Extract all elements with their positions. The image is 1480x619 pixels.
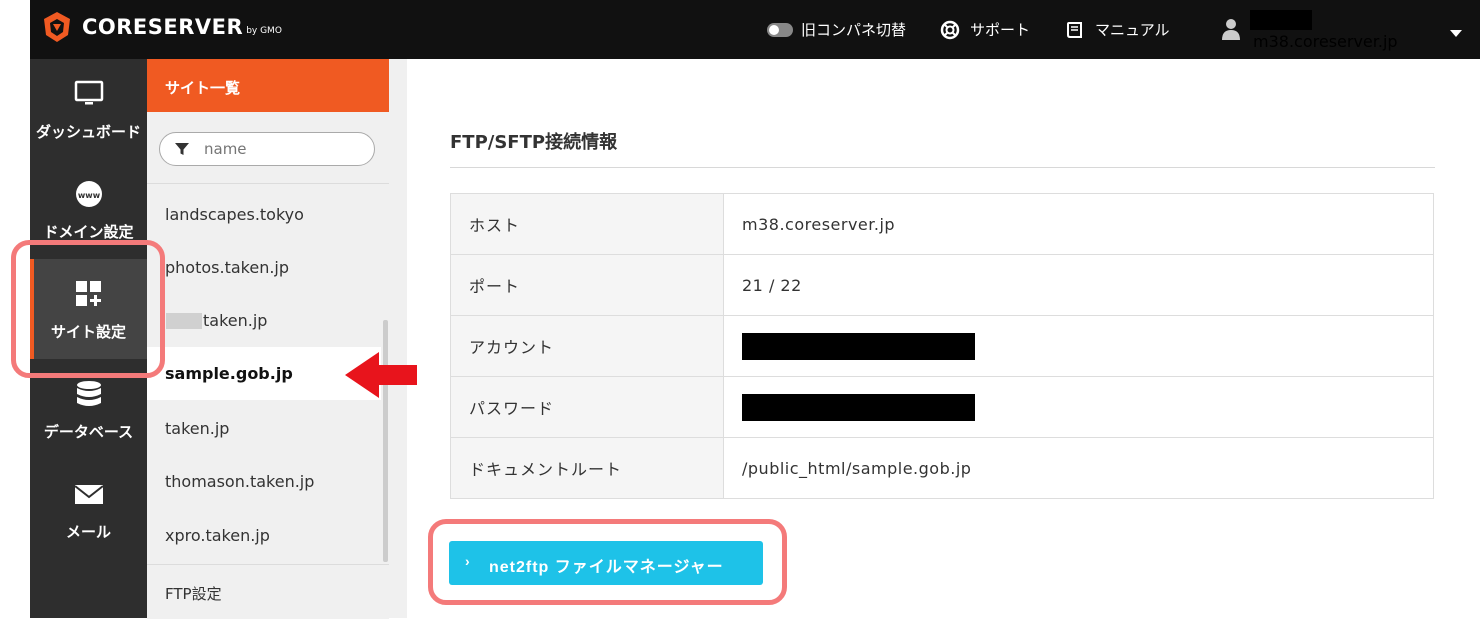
support-label: サポート <box>970 21 1031 39</box>
manual-link[interactable]: マニュアル <box>1065 0 1170 59</box>
table-row: ドキュメントルート /public_html/sample.gob.jp <box>450 437 1434 499</box>
site-filter[interactable] <box>159 132 375 166</box>
coreserver-logo-icon <box>44 12 70 42</box>
site-list-header: サイト一覧 <box>147 59 389 112</box>
table-row: アカウント <box>450 315 1434 377</box>
logo-by: by GMO <box>246 26 282 36</box>
envelope-icon <box>74 485 104 504</box>
site-label: taken.jp <box>165 419 230 438</box>
table-row: ポート 21 / 22 <box>450 254 1434 316</box>
nav-label: メール <box>65 523 111 541</box>
row-key: ポート <box>450 254 724 316</box>
row-key: アカウント <box>450 315 724 377</box>
divider <box>147 183 389 184</box>
ftp-settings-label: FTP設定 <box>165 585 222 603</box>
row-key: ホスト <box>450 193 724 255</box>
red-arrow-left-icon <box>345 352 417 398</box>
book-icon <box>1067 21 1082 38</box>
site-label: landscapes.tokyo <box>165 205 304 224</box>
row-value: m38.coreserver.jp <box>723 193 1434 255</box>
row-value: 21 / 22 <box>723 254 1434 316</box>
manual-label: マニュアル <box>1095 21 1170 39</box>
old-panel-switch[interactable]: 旧コンパネ切替 <box>767 0 906 59</box>
table-row: ホスト m38.coreserver.jp <box>450 193 1434 255</box>
site-item[interactable]: xpro.taken.jp <box>147 509 381 562</box>
filter-icon <box>175 143 189 155</box>
table-row: パスワード <box>450 376 1434 438</box>
site-filter-input[interactable] <box>202 139 366 159</box>
toggle-icon <box>767 22 793 37</box>
nav-label: データベース <box>43 423 134 441</box>
highlight-net2ftp-button <box>428 519 787 605</box>
title-divider <box>450 167 1435 168</box>
highlight-site-settings <box>11 240 165 378</box>
logo[interactable]: CORESERVER by GMO <box>40 10 282 44</box>
nav-label: ダッシュボード <box>35 123 141 141</box>
support-link[interactable]: サポート <box>940 0 1030 59</box>
chevron-down-icon[interactable] <box>1450 30 1462 37</box>
site-label: thomason.taken.jp <box>165 472 315 491</box>
page-title: FTP/SFTP接続情報 <box>450 132 618 153</box>
nav-mail[interactable]: メール <box>30 459 147 559</box>
monitor-icon <box>74 80 104 105</box>
site-item[interactable]: landscapes.tokyo <box>147 188 381 241</box>
old-panel-label: 旧コンパネ切替 <box>801 21 907 39</box>
server-host: m38.coreserver.jp <box>1253 32 1398 51</box>
site-label: taken.jp <box>203 311 268 330</box>
row-key: パスワード <box>450 376 724 438</box>
row-value-redacted <box>723 315 1434 377</box>
site-list-title: サイト一覧 <box>165 79 241 97</box>
site-item[interactable]: photos.taken.jp <box>147 241 381 294</box>
globe-www-icon: www <box>76 181 102 207</box>
site-label: sample.gob.jp <box>165 364 293 383</box>
redacted-account <box>742 332 975 360</box>
site-item[interactable]: thomason.taken.jp <box>147 455 381 508</box>
redacted-username <box>1250 10 1312 30</box>
panel-gutter <box>389 59 407 618</box>
database-icon <box>77 381 101 406</box>
logo-text: CORESERVER <box>82 15 244 39</box>
site-list-panel: サイト一覧 landscapes.tokyo photos.taken.jp t… <box>147 59 389 619</box>
ftp-settings-link[interactable]: FTP設定 <box>147 564 389 619</box>
svg-text:www: www <box>78 191 101 200</box>
user-icon <box>1222 19 1240 40</box>
row-key: ドキュメントルート <box>450 437 724 499</box>
nav-label: ドメイン設定 <box>43 223 134 241</box>
row-value-redacted <box>723 376 1434 438</box>
redacted-password <box>742 393 975 421</box>
site-item[interactable]: taken.jp <box>147 402 381 455</box>
site-label: xpro.taken.jp <box>165 526 270 545</box>
ftp-info-table: ホスト m38.coreserver.jp ポート 21 / 22 アカウント … <box>450 193 1434 499</box>
lifebuoy-icon <box>940 20 960 39</box>
row-value: /public_html/sample.gob.jp <box>723 437 1434 499</box>
site-label: photos.taken.jp <box>165 258 290 277</box>
blurred-subdomain <box>166 313 202 329</box>
nav-dashboard[interactable]: ダッシュボード <box>30 59 147 159</box>
